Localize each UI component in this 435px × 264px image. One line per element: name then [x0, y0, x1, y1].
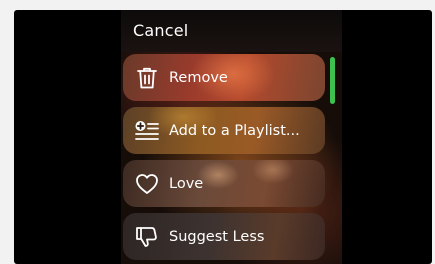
- remove-button[interactable]: Remove: [123, 54, 325, 101]
- scroll-indicator[interactable]: [330, 57, 335, 104]
- remove-label: Remove: [169, 69, 228, 86]
- screenshot-frame: Cancel Remove Add to a Playlist... Love …: [14, 10, 432, 264]
- heart-icon: [134, 171, 160, 197]
- add-to-playlist-label: Add to a Playlist...: [169, 122, 300, 139]
- love-label: Love: [169, 175, 204, 192]
- thumbs-down-icon: [134, 224, 160, 250]
- cancel-button[interactable]: Cancel: [133, 21, 188, 40]
- watch-screen: Cancel Remove Add to a Playlist... Love …: [121, 10, 342, 264]
- suggest-less-label: Suggest Less: [169, 228, 265, 245]
- add-to-playlist-button[interactable]: Add to a Playlist...: [123, 107, 325, 154]
- love-button[interactable]: Love: [123, 160, 325, 207]
- add-to-playlist-icon: [134, 118, 160, 144]
- suggest-less-button[interactable]: Suggest Less: [123, 213, 325, 260]
- trash-icon: [134, 65, 160, 91]
